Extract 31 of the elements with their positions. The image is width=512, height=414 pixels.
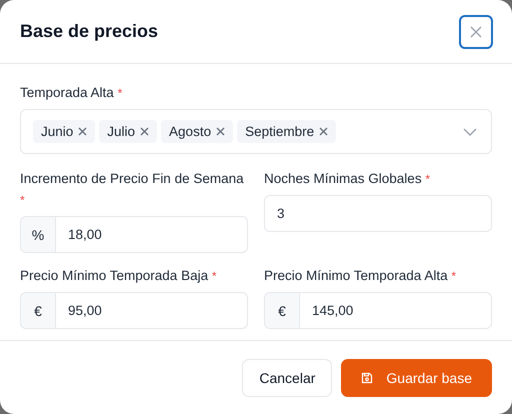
input-field[interactable]: € 145,00 — [264, 292, 492, 329]
field-label: Precio Mínimo Temporada Alta * — [264, 267, 458, 285]
save-button[interactable]: Guardar base — [341, 358, 492, 396]
cancel-button[interactable]: Cancelar — [242, 358, 332, 396]
remove-icon[interactable] — [78, 127, 88, 136]
input-value: 3 — [276, 206, 285, 221]
field-label: Temporada Alta * — [20, 84, 124, 102]
tag-label: Agosto — [169, 124, 212, 139]
input-value: 95,00 — [67, 303, 102, 318]
multi-select-field[interactable]: Junio Julio Agosto Septiembre — [20, 109, 492, 154]
input-prefix: % — [21, 217, 56, 252]
remove-icon[interactable] — [216, 127, 226, 136]
field-label: Incremento de Precio Fin de Semana * — [20, 170, 245, 209]
input-value: 145,00 — [311, 303, 354, 318]
close-icon — [470, 26, 482, 38]
tag-label: Julio — [107, 124, 136, 139]
input-value: 18,00 — [67, 227, 102, 242]
input-field[interactable]: € 95,00 — [20, 292, 248, 329]
input-prefix: € — [265, 293, 300, 328]
input-prefix: € — [21, 293, 56, 328]
chevron-down-icon — [463, 128, 477, 136]
input-field[interactable]: % 18,00 — [20, 216, 248, 253]
dialog-title: Base de precios — [20, 21, 158, 42]
close-button[interactable] — [459, 14, 493, 48]
field-label: Noches Mínimas Globales * — [264, 170, 431, 188]
field-label: Precio Mínimo Temporada Baja * — [20, 267, 218, 285]
remove-icon[interactable] — [319, 127, 328, 136]
tag-label: Junio — [41, 124, 74, 139]
tag-label: Septiembre — [245, 124, 314, 139]
remove-icon[interactable] — [140, 127, 150, 136]
input-field[interactable]: 3 — [264, 195, 492, 232]
